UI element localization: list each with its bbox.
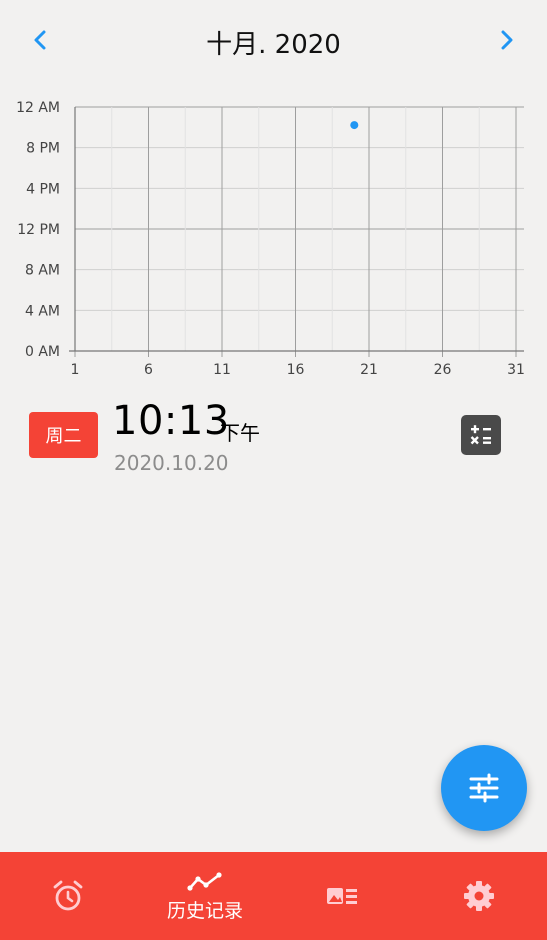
- chart-x-tick-label: 1: [71, 362, 80, 378]
- calculator-icon: [470, 425, 491, 445]
- chevron-right-icon: [501, 30, 513, 50]
- weekday-badge: 周二: [29, 412, 98, 458]
- history-chart: 12 AM 8 PM 4 PM 12 PM 8 AM 4 AM 0 AM 1 6 11 16 21 26…: [0, 92, 547, 382]
- record-ampm: 下午: [220, 421, 260, 445]
- record-time: 10:13: [112, 398, 230, 444]
- calculator-button[interactable]: [461, 415, 501, 455]
- record-date: 2020.10.20: [114, 451, 229, 475]
- chart-data-point: [350, 121, 359, 130]
- month-title: 十月. 2020: [206, 30, 341, 60]
- bottom-navigation: 历史记录: [0, 852, 547, 940]
- nav-alarm[interactable]: [0, 852, 136, 940]
- chart-y-tick-label: 12 AM: [16, 100, 60, 116]
- header: 十月. 2020: [0, 0, 547, 80]
- chart-y-tick-label: 8 AM: [25, 263, 60, 279]
- history-record[interactable]: 周二 10:13 下午 2020.10.20: [0, 395, 547, 485]
- chart-x-tick-label: 26: [434, 362, 452, 378]
- nav-settings[interactable]: [411, 852, 547, 940]
- chart-y-tick-label: 12 PM: [17, 222, 60, 238]
- history-line-icon: [187, 871, 222, 891]
- nav-history-label: 历史记录: [166, 899, 243, 922]
- chart-y-tick-label: 4 AM: [25, 303, 60, 319]
- alarm-clock-icon: [53, 880, 83, 911]
- gear-icon: [464, 881, 494, 911]
- chart-x-tick-label: 21: [360, 362, 378, 378]
- chart-y-tick-label: 0 AM: [25, 344, 60, 360]
- nav-cards[interactable]: [274, 852, 410, 940]
- tune-sliders-icon: [469, 773, 499, 803]
- history-chart-svg: 12 AM8 PM4 PM12 PM8 AM4 AM0 AM1 6 11 16 21 26…: [16, 100, 525, 378]
- chart-x-tick-label: 11: [213, 362, 231, 378]
- next-month-button[interactable]: [489, 22, 525, 58]
- nav-history[interactable]: 历史记录: [137, 852, 273, 940]
- chart-y-tick-label: 4 PM: [26, 181, 60, 197]
- chart-y-tick-label: 8 PM: [26, 141, 60, 157]
- chart-x-tick-label: 6: [144, 362, 153, 378]
- card-list-icon: [327, 888, 357, 904]
- filter-fab-button[interactable]: [441, 745, 527, 831]
- chart-x-tick-label: 31: [507, 362, 525, 378]
- chart-x-tick-label: 16: [287, 362, 305, 378]
